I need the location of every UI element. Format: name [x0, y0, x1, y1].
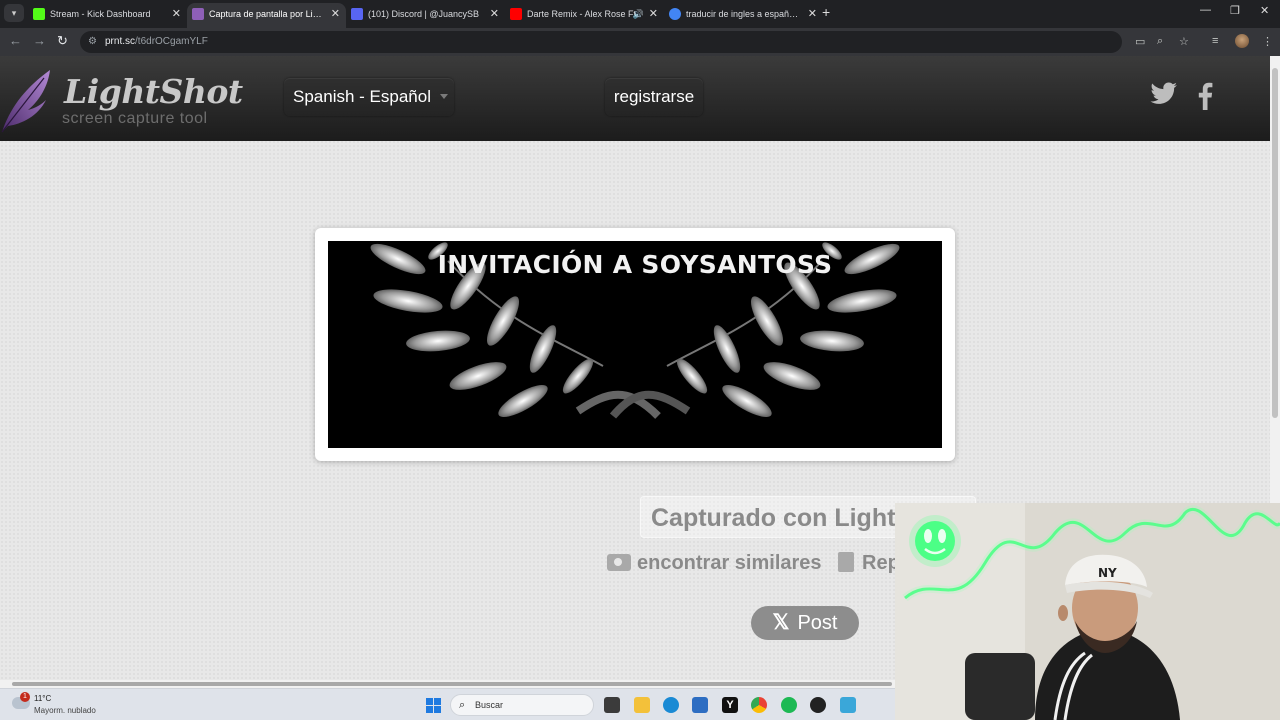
- screenshot-image[interactable]: INVITACIÓN A SOYSANTOSS: [328, 241, 942, 448]
- search-icon: ⌕: [459, 699, 466, 711]
- bookmark-star-icon[interactable]: ☆: [1179, 35, 1189, 48]
- close-tab-icon[interactable]: ✕: [172, 3, 181, 25]
- close-tab-icon[interactable]: ✕: [490, 3, 499, 25]
- new-tab-button[interactable]: +: [822, 4, 830, 20]
- profile-avatar[interactable]: [1235, 34, 1249, 48]
- facebook-icon[interactable]: [1197, 82, 1213, 110]
- register-button[interactable]: registrarse: [605, 78, 703, 116]
- reload-icon[interactable]: ↻: [57, 33, 68, 49]
- minimize-icon[interactable]: —: [1200, 4, 1211, 16]
- tab-kick-dashboard[interactable]: Stream - Kick Dashboard ✕: [28, 3, 187, 28]
- discord-favicon-icon: [351, 8, 363, 20]
- notepad-icon[interactable]: [840, 697, 856, 713]
- language-label: Spanish - Español: [293, 87, 431, 106]
- tab-discord[interactable]: (101) Discord | @JuancySB ✕: [346, 3, 505, 28]
- youtube-favicon-icon: [510, 8, 522, 20]
- taskbar-search[interactable]: ⌕ Buscar: [450, 694, 594, 716]
- windows-start-icon[interactable]: [426, 698, 441, 713]
- streamer-camera-icon: NY: [895, 503, 1280, 720]
- post-on-x-button[interactable]: 𝕏 Post: [751, 606, 859, 640]
- chevron-down-icon: [440, 94, 448, 99]
- google-favicon-icon: [669, 8, 681, 20]
- task-view-icon[interactable]: [604, 697, 620, 713]
- tab-google-translate[interactable]: traducir de ingles a español - B ✕: [664, 3, 823, 28]
- obs-icon[interactable]: [810, 697, 826, 713]
- close-tab-icon[interactable]: ✕: [331, 3, 340, 25]
- site-info-icon[interactable]: ⚙: [88, 31, 97, 53]
- tab-search-button[interactable]: ▾: [4, 4, 24, 22]
- post-label: Post: [797, 612, 838, 634]
- weather-description[interactable]: Mayorm. nublado: [34, 706, 96, 715]
- tab-youtube[interactable]: Darte Remix - Alex Rose Ft. 🔊 ✕: [505, 3, 664, 28]
- browser-menu-icon[interactable]: ⋮: [1262, 35, 1273, 48]
- tab-strip: ▾ Stream - Kick Dashboard ✕ Captura de p…: [0, 0, 1280, 28]
- tab-title: Captura de pantalla por Lightsh: [209, 9, 335, 19]
- store-icon[interactable]: [692, 697, 708, 713]
- tab-title: Darte Remix - Alex Rose Ft.: [527, 9, 639, 19]
- logo-title[interactable]: LightShot: [64, 72, 243, 111]
- lightshot-favicon-icon: [192, 8, 204, 20]
- screenshot-caption: INVITACIÓN A SOYSANTOSS: [437, 250, 833, 279]
- forward-icon[interactable]: →: [33, 33, 46, 48]
- cast-icon[interactable]: ▭: [1135, 35, 1145, 48]
- file-explorer-icon[interactable]: [634, 697, 650, 713]
- search-placeholder: Buscar: [475, 700, 504, 710]
- chrome-icon[interactable]: [751, 697, 767, 713]
- scrollbar-thumb[interactable]: [1272, 68, 1278, 418]
- feather-logo-icon: [1, 70, 50, 133]
- tab-title: Stream - Kick Dashboard: [50, 9, 151, 19]
- address-bar[interactable]: ⚙ prnt.sc/t6drOCgamYLF: [80, 31, 1122, 53]
- svg-text:NY: NY: [1098, 566, 1117, 580]
- browser-toolbar: ← → ↻ ⚙ prnt.sc/t6drOCgamYLF ▭ ⌕ ☆ ≡ ⋮: [0, 28, 1280, 56]
- logo-subtitle: screen capture tool: [62, 110, 208, 127]
- audio-playing-icon[interactable]: 🔊: [633, 3, 644, 25]
- temperature[interactable]: 11°C: [34, 694, 51, 703]
- restore-icon[interactable]: ❐: [1230, 4, 1240, 17]
- url-host: prnt.sc: [105, 36, 136, 47]
- site-header: LightShot screen capture tool Spanish - …: [0, 56, 1270, 141]
- close-window-icon[interactable]: ✕: [1260, 4, 1269, 17]
- zoom-icon[interactable]: ⌕: [1157, 35, 1163, 48]
- screenshot-frame: INVITACIÓN A SOYSANTOSS: [315, 228, 955, 461]
- back-icon[interactable]: ←: [9, 33, 22, 48]
- media-control-icon[interactable]: ≡: [1212, 35, 1218, 47]
- close-tab-icon[interactable]: ✕: [808, 3, 817, 25]
- close-tab-icon[interactable]: ✕: [649, 3, 658, 25]
- tab-lightshot[interactable]: Captura de pantalla por Lightsh ✕: [187, 3, 346, 28]
- url-path: /t6drOCgamYLF: [135, 36, 208, 47]
- tab-list: Stream - Kick Dashboard ✕ Captura de pan…: [28, 3, 823, 28]
- language-selector[interactable]: Spanish - Español: [284, 78, 454, 116]
- find-similar-link[interactable]: encontrar similares: [607, 552, 822, 575]
- tab-title: traducir de ingles a español - B: [686, 9, 811, 19]
- y-app-icon[interactable]: Y: [722, 697, 738, 713]
- tab-title: (101) Discord | @JuancySB: [368, 9, 480, 19]
- notification-badge: 1: [20, 692, 30, 702]
- camera-icon: [607, 554, 631, 571]
- webcam-overlay: NY: [895, 503, 1280, 720]
- find-similar-label: encontrar similares: [637, 552, 822, 574]
- spotify-icon[interactable]: [781, 697, 797, 713]
- screen: ▾ Stream - Kick Dashboard ✕ Captura de p…: [0, 0, 1280, 720]
- twitter-icon[interactable]: [1150, 82, 1178, 106]
- clipboard-icon: [838, 552, 854, 572]
- scrollbar-thumb[interactable]: [12, 682, 892, 686]
- kick-favicon-icon: [33, 8, 45, 20]
- edge-icon[interactable]: [663, 697, 679, 713]
- x-logo-icon: 𝕏: [772, 611, 790, 634]
